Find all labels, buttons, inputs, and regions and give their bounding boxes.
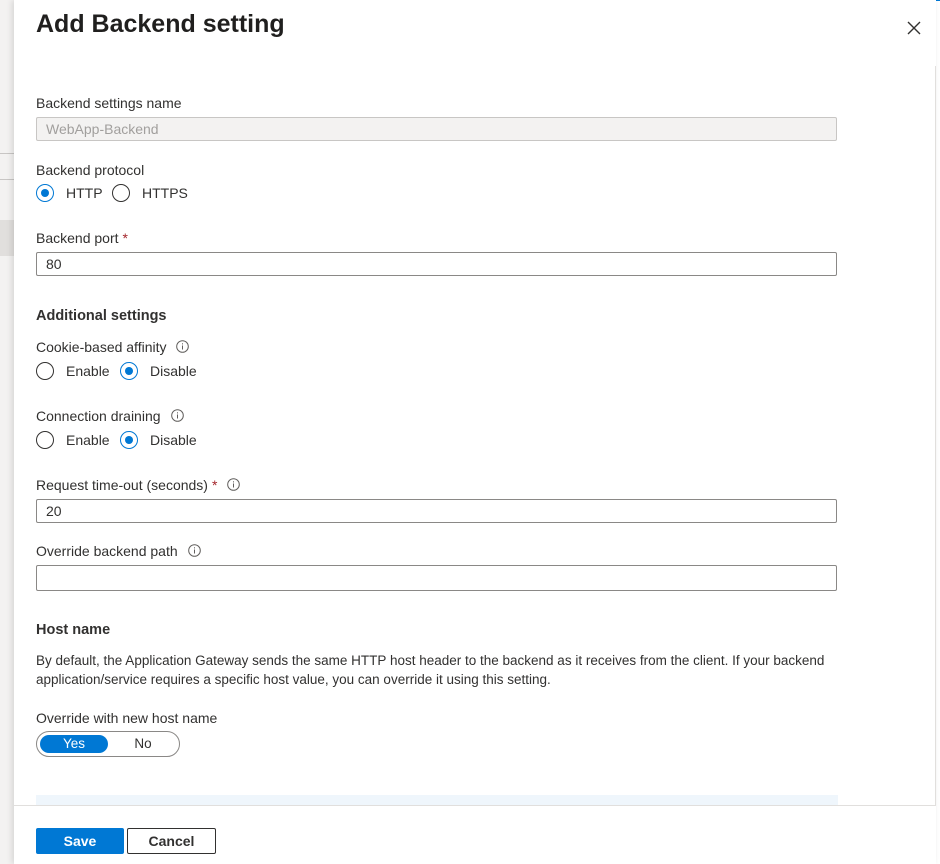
background-divider <box>0 153 14 154</box>
radio-draining-enable[interactable]: Enable <box>36 430 110 450</box>
override-path-input[interactable] <box>36 565 837 591</box>
toggle-no-option[interactable]: No <box>109 735 177 753</box>
port-input[interactable]: 80 <box>36 252 837 276</box>
host-name-heading: Host name <box>36 622 111 638</box>
info-icon[interactable] <box>187 544 201 557</box>
connection-draining-label: Connection draining <box>36 408 184 424</box>
settings-name-label: Backend settings name <box>36 95 182 111</box>
radio-circle <box>36 184 54 202</box>
radio-label: HTTP <box>66 185 103 201</box>
background-divider <box>0 179 14 180</box>
cookie-affinity-label: Cookie-based affinity <box>36 339 190 355</box>
required-mark: * <box>211 477 218 493</box>
radio-label: Disable <box>150 363 197 379</box>
add-backend-setting-panel: Add Backend setting Backend settings nam… <box>14 0 936 864</box>
override-path-label-text: Override backend path <box>36 543 178 559</box>
additional-settings-heading: Additional settings <box>36 308 167 324</box>
cookie-affinity-label-text: Cookie-based affinity <box>36 339 167 355</box>
timeout-input[interactable]: 20 <box>36 499 837 523</box>
radio-circle <box>36 362 54 380</box>
footer-divider <box>14 805 936 806</box>
radio-label: Enable <box>66 363 110 379</box>
radio-protocol-http[interactable]: HTTP <box>36 183 103 203</box>
toggle-yes-option[interactable]: Yes <box>40 735 108 753</box>
host-name-description: By default, the Application Gateway send… <box>36 653 825 687</box>
radio-circle <box>112 184 130 202</box>
port-label-text: Backend port <box>36 230 119 246</box>
cancel-button[interactable]: Cancel <box>127 828 216 854</box>
radio-draining-disable[interactable]: Disable <box>120 430 197 450</box>
save-button[interactable]: Save <box>36 828 124 854</box>
radio-cookie-disable[interactable]: Disable <box>120 361 197 381</box>
override-host-toggle: Yes No <box>36 731 180 757</box>
background-selected-row <box>0 220 14 256</box>
settings-name-input: WebApp-Backend <box>36 117 837 141</box>
required-mark: * <box>122 230 128 246</box>
connection-draining-label-text: Connection draining <box>36 408 161 424</box>
port-label: Backend port * <box>36 230 128 246</box>
close-icon[interactable] <box>904 18 924 38</box>
override-host-label: Override with new host name <box>36 710 218 726</box>
override-path-label: Override backend path <box>36 543 201 559</box>
background-page <box>0 0 14 864</box>
timeout-label-text: Request time-out (seconds) <box>36 477 208 493</box>
radio-circle <box>120 362 138 380</box>
radio-protocol-https[interactable]: HTTPS <box>112 183 188 203</box>
info-icon[interactable] <box>176 340 190 353</box>
radio-circle <box>36 431 54 449</box>
info-icon[interactable] <box>170 409 184 422</box>
radio-label: Enable <box>66 432 110 448</box>
radio-cookie-enable[interactable]: Enable <box>36 361 110 381</box>
radio-label: Disable <box>150 432 197 448</box>
info-icon[interactable] <box>227 478 241 491</box>
panel-scroll-divider <box>935 66 936 806</box>
protocol-label: Backend protocol <box>36 162 145 178</box>
radio-label: HTTPS <box>142 185 188 201</box>
panel-title: Add Backend setting <box>36 10 285 38</box>
radio-circle <box>120 431 138 449</box>
timeout-label: Request time-out (seconds) * <box>36 477 241 493</box>
